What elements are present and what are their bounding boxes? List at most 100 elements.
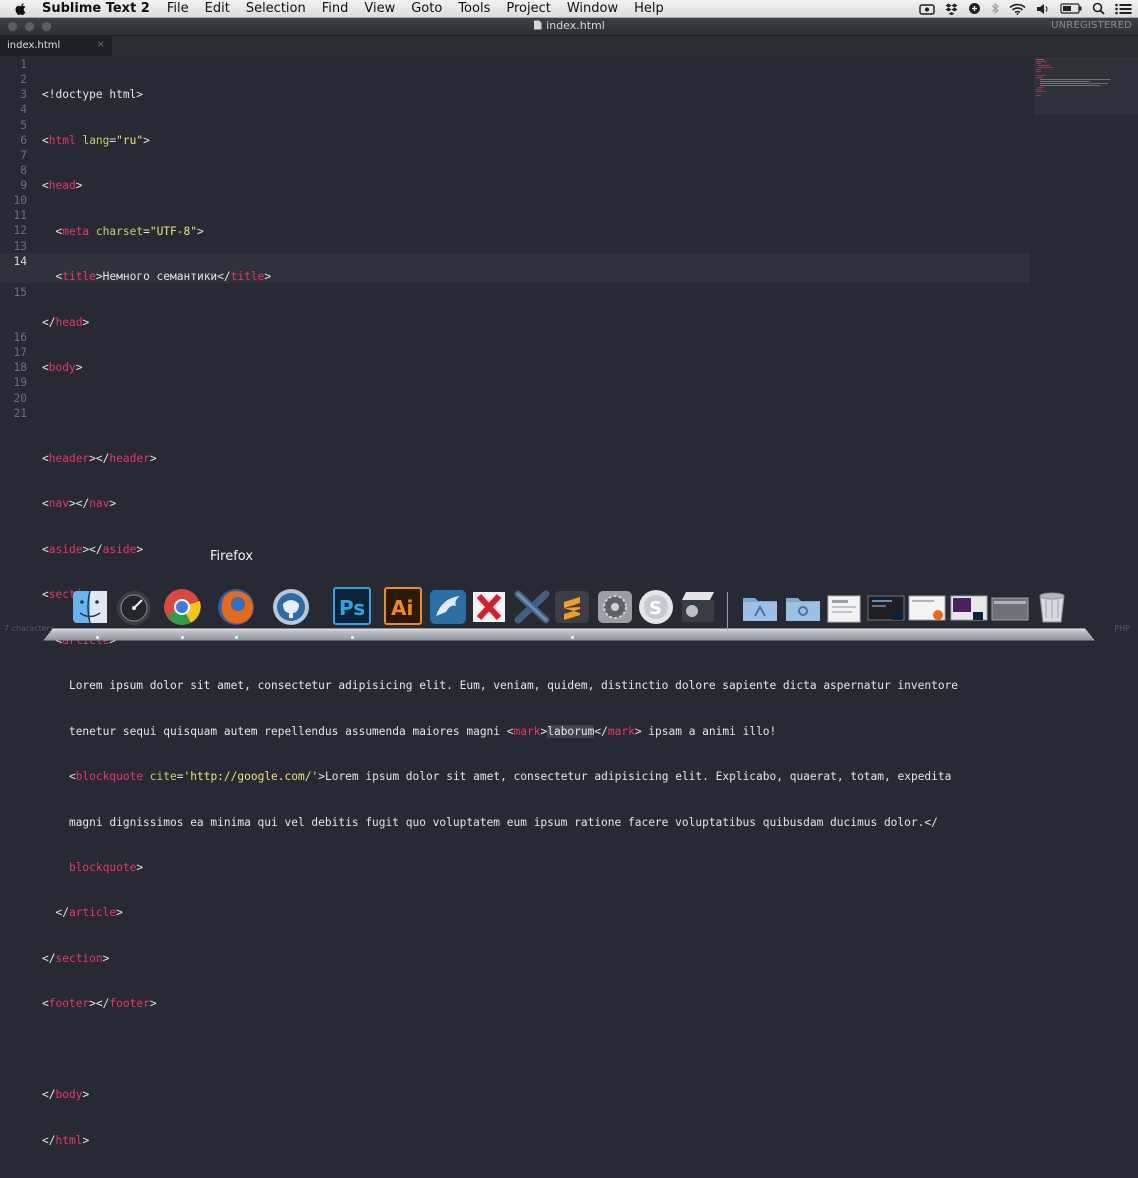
code-line-3: <head> (42, 179, 83, 193)
svg-text:Ai: Ai (391, 596, 413, 620)
running-indicator (96, 636, 99, 639)
system-preferences-icon[interactable] (595, 586, 635, 626)
code-line-9: <header></header> (42, 451, 157, 465)
sublime-icon[interactable] (552, 586, 592, 626)
volume-icon[interactable] (1036, 3, 1050, 15)
illustrator-icon[interactable]: Ai (383, 586, 423, 626)
code-line-14a: Lorem ipsum dolor sit amet, consectetur … (68, 679, 959, 693)
code-line-15b: magni dignissimos ea minima qui vel debi… (68, 815, 938, 829)
dock: Ps Ai S (0, 586, 1138, 640)
running-indicator (235, 636, 238, 639)
photoshop-icon[interactable]: Ps (332, 586, 372, 626)
documents-folder-icon[interactable] (783, 586, 823, 626)
apple-icon[interactable] (14, 2, 28, 16)
code-line-11: <aside></aside> (42, 542, 144, 556)
menu-file[interactable]: File (167, 1, 189, 16)
code-line-18: <footer></footer> (42, 997, 157, 1011)
xmind-icon[interactable] (469, 586, 509, 626)
tab-close-icon[interactable]: × (97, 39, 105, 50)
unregistered-label: UNREGISTERED (1051, 20, 1132, 31)
xcode-icon[interactable] (512, 586, 552, 626)
app-name-menu[interactable]: Sublime Text 2 (42, 1, 150, 16)
code-line-16: </article> (42, 906, 123, 920)
selected-text: laborum (547, 724, 595, 738)
code-editor[interactable]: 1 2 3 4 5 6 7 8 9 10 11 12 13 14 15 16 1… (0, 57, 1138, 1147)
running-indicator (351, 636, 354, 639)
status-menus (919, 0, 1132, 17)
line-number: 12 (13, 224, 27, 237)
window-title-bar: index.html UNREGISTERED (0, 18, 1138, 36)
skype-icon[interactable]: S (636, 586, 676, 626)
line-number: 15 (13, 286, 27, 299)
line-number: 20 (13, 392, 27, 405)
line-number: 11 (13, 209, 27, 222)
downloads-stack-icon[interactable] (824, 586, 864, 626)
spotlight-icon[interactable] (1092, 2, 1105, 15)
svg-text:Ps: Ps (339, 596, 365, 620)
line-number: 16 (13, 331, 27, 344)
wifi-icon[interactable] (1009, 3, 1026, 15)
code-line-2: <html lang="ru"> (42, 133, 150, 147)
tab-bar: index.html × (0, 36, 1138, 56)
code-line-17: </section> (42, 951, 110, 965)
window-title: index.html (0, 19, 1138, 32)
current-line-number: 14 (13, 255, 27, 268)
menu-bar: Sublime Text 2 File Edit Selection Find … (0, 0, 1138, 18)
menu-window[interactable]: Window (567, 1, 618, 16)
menu-view[interactable]: View (364, 1, 395, 16)
code-line-20: </body> (42, 1088, 90, 1102)
chrome-icon[interactable] (162, 586, 202, 626)
code-line-6: </head> (42, 315, 90, 329)
mysql-workbench-icon[interactable] (428, 586, 468, 626)
line-number: 21 (13, 407, 27, 420)
battery-icon[interactable] (1060, 3, 1082, 14)
sync-icon[interactable] (968, 2, 981, 15)
line-number: 4 (20, 103, 27, 116)
tab-index-html[interactable]: index.html × (0, 36, 112, 56)
svg-text:S: S (649, 598, 662, 619)
menu-tools[interactable]: Tools (458, 1, 490, 16)
trash-icon[interactable] (1032, 586, 1072, 626)
code-line-21: </html> (42, 1133, 90, 1147)
line-number: 2 (20, 73, 27, 86)
video-icon[interactable] (919, 3, 935, 15)
html-file-icon (534, 20, 542, 30)
bluetooth-icon[interactable] (991, 2, 999, 15)
code-line-15c: blockquote> (68, 861, 144, 875)
menu-edit[interactable]: Edit (205, 1, 230, 16)
menu-selection[interactable]: Selection (246, 1, 306, 16)
window-thumbnail-icon[interactable] (990, 586, 1030, 626)
line-number: 6 (20, 134, 27, 147)
notification-list-icon[interactable] (1115, 3, 1132, 15)
line-number: 10 (13, 194, 27, 207)
line-number: 9 (20, 179, 27, 192)
line-number: 19 (13, 376, 27, 389)
screenshot-thumbnail-icon[interactable] (866, 586, 906, 626)
finder-icon[interactable] (70, 586, 110, 626)
dock-tooltip: Firefox (210, 549, 254, 564)
firefox-window-thumbnail-icon[interactable] (907, 586, 947, 626)
dashboard-icon[interactable] (114, 586, 154, 626)
menu-project[interactable]: Project (506, 1, 550, 16)
line-number: 13 (13, 240, 27, 253)
menu-goto[interactable]: Goto (411, 1, 442, 16)
running-indicator (181, 636, 184, 639)
code-line-1: <!doctype html> (42, 88, 144, 102)
dropbox-icon[interactable] (945, 3, 958, 15)
sequel-icon[interactable] (271, 586, 311, 626)
menu-find[interactable]: Find (322, 1, 349, 16)
line-number: 18 (13, 361, 27, 374)
code-line-7: <body> (42, 361, 83, 375)
line-number: 3 (20, 88, 27, 101)
applications-folder-icon[interactable] (740, 586, 780, 626)
imovie-icon[interactable] (678, 586, 718, 626)
minimap[interactable] (1034, 57, 1138, 115)
code-line-5: <title>Немного семантики</title> (42, 270, 272, 284)
illustrator-window-thumbnail-icon[interactable] (949, 586, 989, 626)
line-number: 5 (20, 119, 27, 132)
firefox-icon[interactable] (216, 586, 256, 626)
menu-help[interactable]: Help (634, 1, 664, 16)
line-number: 7 (20, 149, 27, 162)
